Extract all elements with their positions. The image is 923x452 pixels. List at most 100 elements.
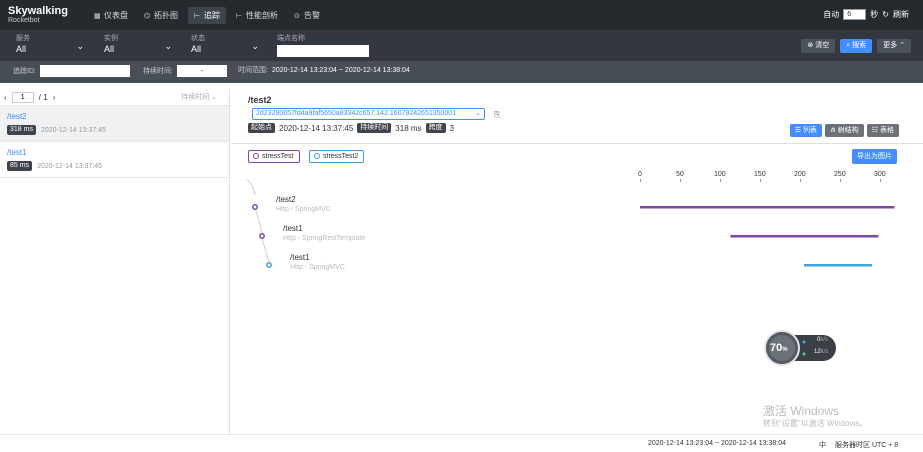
span-timeline (246, 179, 895, 268)
trace-endpoint: /test1 (7, 148, 27, 157)
more-button[interactable]: 更多 ⌃ (877, 39, 911, 53)
chevron-down-icon: ⌄ (164, 41, 172, 51)
search-button[interactable]: ⌕ 搜索 (840, 39, 873, 53)
time-range-value: 2020-12-14 13:23:04 ~ 2020-12-14 13:38:0… (271, 66, 410, 74)
trace-list-panel: ‹ / 1 › 持续时间 ⌄ /test2 318 ms 2020-12-14 1… (0, 89, 230, 434)
duration-filter: 持续时间: (143, 65, 227, 77)
refresh-icon[interactable]: ↻ (882, 10, 889, 19)
language-toggle[interactable]: 中 (819, 440, 826, 450)
chevron-down-icon: ⌄ (251, 41, 259, 51)
trace-id-label: 追踪ID: (13, 68, 36, 75)
span-duration-bar[interactable] (730, 235, 879, 238)
seconds-label: 秒 (870, 10, 879, 19)
span-endpoint[interactable]: /test1 (283, 224, 303, 233)
nav-label: 性能剖析 (246, 11, 278, 20)
chevron-right-icon[interactable]: › (53, 93, 56, 102)
sort-select[interactable]: 持续时间 ⌄ (181, 92, 217, 102)
nav-label: 告警 (304, 11, 320, 20)
span-endpoint[interactable]: /test2 (276, 195, 296, 204)
trace-id-input[interactable] (39, 65, 130, 77)
clear-button[interactable]: ⊗ 清空 (801, 39, 836, 53)
endpoint-label: 端点名称 (277, 35, 305, 42)
trace-endpoint: /test2 (7, 112, 27, 121)
page-total: / 1 (38, 92, 48, 102)
span-node-icon[interactable] (252, 204, 258, 210)
logo-title: Skywalking (8, 5, 68, 17)
chevron-left-icon[interactable]: ‹ (4, 93, 7, 102)
nav-trace[interactable]: ⊢ 追踪 (188, 7, 226, 24)
footer-time-range[interactable]: 2020-12-14 13:23:04 ~ 2020-12-14 13:38:0… (648, 440, 786, 447)
duration-label: 持续时间: (143, 68, 173, 75)
logo[interactable]: Skywalking Rocketbot (8, 6, 68, 25)
trace-time: 2020-12-14 13:37:45 (37, 162, 103, 170)
trace-filter-bar: 服务 All ⌄ 实例 All ⌄ 状态 All ⌄ 端点名称 ⊗ 清空 ⌕ 搜… (0, 30, 923, 61)
status-label: 状态 (191, 35, 205, 42)
nav-label: 仪表盘 (104, 11, 128, 20)
topology-icon: ⌬ (144, 13, 151, 20)
span-duration-bar[interactable] (640, 206, 895, 209)
windows-watermark-title: 激活 Windows (763, 404, 840, 418)
main-nav: ▦ 仪表盘 ⌬ 拓扑图 ⊢ 追踪 ⊢ 性能剖析 ⊙ 告警 (88, 7, 326, 24)
service-label: 服务 (16, 35, 30, 42)
endpoint-filter: 端点名称 (277, 33, 371, 57)
nav-dashboard[interactable]: ▦ 仪表盘 (88, 7, 134, 24)
trace-list-item[interactable]: /test1 85 ms 2020-12-14 13:37:45 (0, 142, 229, 178)
status-select[interactable]: 状态 All ⌄ (191, 33, 259, 57)
trace-detail-panel: /test2 2d23290657fd4a9faf5650a83342c657.… (231, 89, 923, 434)
auto-interval-input[interactable] (843, 9, 867, 20)
chevron-up-icon: ⌃ (899, 42, 905, 49)
search-icon: ⌕ (846, 42, 851, 49)
instance-label: 实例 (104, 35, 118, 42)
trace-id-filter: 追踪ID: (13, 65, 130, 77)
top-bar: Skywalking Rocketbot ▦ 仪表盘 ⌬ 拓扑图 ⊢ 追踪 ⊢ 性能剖析… (0, 0, 923, 30)
refresh-label[interactable]: 刷新 (893, 9, 909, 20)
span-component: Http - SpringRestTemplate (283, 235, 366, 242)
tree-connector (246, 179, 256, 196)
time-range-label: 时间范围: (238, 67, 268, 74)
span-component: Http - SpringMVC (276, 206, 331, 213)
tree-connector (261, 237, 270, 263)
time-range-filter[interactable]: 时间范围: 2020-12-14 13:23:04 ~ 2020-12-14 1… (238, 65, 410, 75)
network-speed-widget[interactable]: 70% 0k/s 12k/s (764, 330, 836, 366)
chevron-down-icon: ⌄ (76, 41, 84, 51)
pagination: ‹ / 1 › 持续时间 ⌄ (0, 89, 229, 106)
filter-buttons: ⊗ 清空 ⌕ 搜索 更多 ⌃ (801, 39, 911, 53)
clear-label: 清空 (815, 42, 830, 49)
auto-label[interactable]: 自动 (823, 9, 839, 20)
span-node-icon[interactable] (266, 262, 272, 268)
status-value: All (191, 44, 202, 54)
span-duration-bar[interactable] (804, 264, 872, 267)
endpoint-input[interactable] (277, 45, 369, 57)
footer-bar: 2020-12-14 13:23:04 ~ 2020-12-14 13:38:0… (0, 434, 923, 452)
logo-subtitle: Rocketbot (8, 17, 40, 24)
nav-topology[interactable]: ⌬ 拓扑图 (138, 7, 184, 24)
trace-time: 2020-12-14 13:37:45 (40, 126, 106, 134)
dashboard-icon: ▦ (94, 13, 101, 20)
profile-icon: ⊢ (236, 13, 243, 20)
span-node-icon[interactable] (259, 233, 265, 239)
nav-label: 追踪 (204, 11, 220, 20)
nav-alarm[interactable]: ⊙ 告警 (288, 7, 326, 24)
windows-watermark-subtitle: 转到"设置"以激活 Windows。 (763, 419, 868, 428)
search-label: 搜索 (852, 42, 867, 49)
server-timezone: 服务器时区 UTC + 8 (835, 442, 899, 449)
duration-range-input[interactable] (176, 65, 227, 77)
trace-icon: ⊢ (194, 13, 201, 20)
download-speed: 12k/s (814, 349, 829, 355)
page-input[interactable] (11, 91, 34, 103)
cpu-percent: 70% (770, 342, 788, 354)
instance-select[interactable]: 实例 All ⌄ (104, 33, 172, 57)
advanced-filter-bar: 追踪ID: 持续时间: 时间范围: 2020-12-14 13:23:04 ~ … (0, 61, 923, 83)
auto-refresh-controls: 自动 秒 ↻ 刷新 (823, 9, 909, 20)
tree-connector (254, 207, 263, 235)
duration-badge: 85 ms (7, 161, 33, 171)
service-select[interactable]: 服务 All ⌄ (16, 33, 84, 57)
alarm-icon: ⊙ (294, 13, 300, 20)
upload-speed: 0k/s (817, 337, 829, 343)
nav-label: 拓扑图 (154, 11, 178, 20)
span-component: Http - SpringMVC (290, 264, 345, 271)
nav-profile[interactable]: ⊢ 性能剖析 (230, 7, 284, 24)
span-endpoint[interactable]: /test1 (290, 253, 310, 262)
trace-list-item[interactable]: /test2 318 ms 2020-12-14 13:37:45 (0, 106, 229, 142)
duration-badge: 318 ms (7, 125, 36, 135)
